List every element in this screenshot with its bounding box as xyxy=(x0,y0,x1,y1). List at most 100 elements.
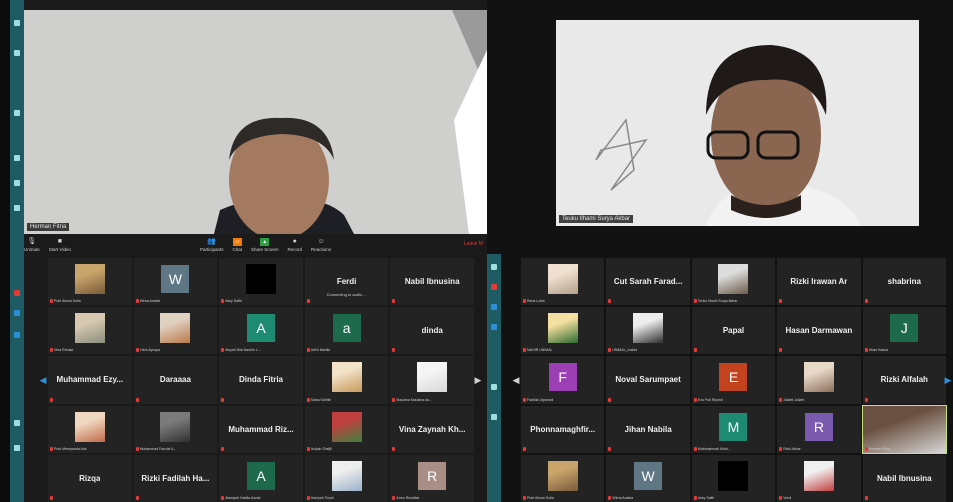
speaker-name-label: Herman Fitria xyxy=(27,223,70,231)
participant-tile[interactable]: Putri Mempanda Aris xyxy=(48,405,132,453)
participant-tile[interactable]: A Alawiyah Nabila Azzah xyxy=(219,454,303,502)
participant-tile[interactable]: Asky Saffri xyxy=(691,454,776,502)
participant-tile[interactable]: a Arfini Martila xyxy=(304,307,389,355)
participant-tile[interactable]: Muhammad Ezy... xyxy=(48,356,132,404)
participant-tile[interactable]: Jihan Nabila xyxy=(606,405,690,453)
speaker-name-label: Teuku Ilhami Surya Akbar xyxy=(559,215,634,223)
avatar: M xyxy=(719,412,748,441)
participant-tile[interactable]: Teuku Ilhami Surya Akbar xyxy=(691,258,776,306)
participant-tile[interactable]: R Rizki Akbar xyxy=(777,405,861,453)
mic-muted-icon xyxy=(779,496,783,500)
right-sidebar-strip xyxy=(487,254,501,502)
participant-tile[interactable]: A Aisyah Nila Nasrim L... xyxy=(219,307,303,355)
participant-tile[interactable]: Asky Saffri xyxy=(219,258,303,306)
connection-status: Connecting to audio ... xyxy=(326,292,367,298)
participant-tile[interactable]: Rena Lubis xyxy=(521,258,605,306)
leave-meeting-button[interactable]: Leave M xyxy=(464,241,483,247)
participant-caption: UNIMAL_mahid xyxy=(612,348,638,353)
participant-tile[interactable]: Rizki Irawan Ar xyxy=(777,258,861,306)
participant-tile[interactable]: Aulyah Zhafjil xyxy=(304,405,389,453)
participant-tile[interactable]: Vina Zaynah Kh... xyxy=(390,405,474,453)
participant-tile[interactable]: Vera Renata xyxy=(48,307,132,355)
participant-tile[interactable]: Papal xyxy=(691,307,776,355)
participant-tile[interactable]: Maulana Maulana As... xyxy=(390,356,474,404)
gallery-prev-arrow[interactable]: ◀ xyxy=(38,371,48,389)
participant-tile[interactable]: E Eva Puti Riyanti xyxy=(691,356,776,404)
participant-tile[interactable]: Hasan Darmawan xyxy=(777,307,861,355)
gallery-prev-arrow[interactable]: ◀ xyxy=(511,371,521,389)
participant-caption: Haniyah Tinyiri xyxy=(310,496,334,500)
mic-muted-icon xyxy=(608,446,612,451)
mic-muted-icon xyxy=(392,446,396,451)
participant-tile[interactable]: Muhammad Riz... xyxy=(219,405,303,453)
participant-tile[interactable]: Noval Sarumpaet xyxy=(606,356,690,404)
record-button[interactable]: ● Record xyxy=(288,234,303,256)
reactions-button[interactable]: ☺ Reactions xyxy=(311,234,331,256)
participant-caption: Eva Puti Riyanti xyxy=(697,397,723,402)
participant-caption: Putri Aisma Sofia xyxy=(527,496,554,500)
participant-tile[interactable]: shabrina xyxy=(862,258,946,306)
participant-tile[interactable]: Muhammad Fauzial A... xyxy=(133,405,218,453)
participant-name: Muhammad Riz... xyxy=(228,424,294,434)
chat-icon: ▭ xyxy=(232,238,242,246)
mic-muted-icon xyxy=(608,299,612,304)
profile-photo xyxy=(803,460,834,491)
participant-tile[interactable]: dinda xyxy=(390,307,474,355)
share-screen-button[interactable]: ▲ Share Screen xyxy=(251,234,279,256)
mic-muted-icon xyxy=(306,496,310,500)
toolbar-button-label: Share Screen xyxy=(250,247,279,252)
participant-caption: Maulana Maulana As... xyxy=(396,397,432,402)
participant-name: Noval Sarumpaet xyxy=(615,375,681,385)
participant-tile[interactable]: Nabil Ibnusina xyxy=(862,454,946,502)
chat-button[interactable]: ▭ Chat xyxy=(232,234,242,256)
participant-tile[interactable]: Vordi xyxy=(777,454,861,502)
participant-gallery-right: Rena Lubis Cut Sarah Farad... Teuku Ilhami… xyxy=(521,258,948,502)
participants-button[interactable]: 👥 Participants xyxy=(200,234,224,256)
participant-tile[interactable]: Haniyah Tinyiri xyxy=(304,454,389,502)
participant-tile[interactable]: Putri Aisma Sofia xyxy=(48,258,132,306)
mic-muted-icon xyxy=(864,348,868,353)
participant-name: Papal xyxy=(722,326,745,336)
participant-tile[interactable]: MAHIR UNIMAL xyxy=(521,307,605,355)
mic-muted-icon xyxy=(306,299,310,304)
participant-tile[interactable]: F Fadhila Utyaranti xyxy=(521,356,605,404)
mic-muted-icon xyxy=(135,496,139,500)
participant-tile[interactable]: M Muthmainnah Muth... xyxy=(691,405,776,453)
start-video-button[interactable]: ■ Start Video xyxy=(49,234,71,256)
participant-tile[interactable]: W Wirna Anabia xyxy=(133,258,218,306)
mic-muted-icon xyxy=(693,299,697,304)
participant-name: Rizki Alfalah xyxy=(880,375,928,385)
participant-tile[interactable]: Ferdi Connecting to audio ... xyxy=(304,258,389,306)
participant-tile[interactable]: Herman Fitria xyxy=(861,404,948,454)
active-speaker-video: Teuku Ilhami Surya Akbar xyxy=(556,20,919,226)
unmute-button[interactable]: 🎙 Unmute xyxy=(24,234,40,256)
mic-muted-icon xyxy=(50,496,53,500)
participant-tile[interactable]: Rizki Fadilah Ha... xyxy=(133,454,218,502)
participant-tile[interactable]: Juliarti Juliarti xyxy=(777,356,861,404)
participant-tile[interactable]: Cut Sarah Farad... xyxy=(606,258,690,306)
participant-tile[interactable]: W Wirna Anabia xyxy=(606,454,690,502)
participant-tile[interactable]: Phonnamaghfir... xyxy=(521,405,605,453)
gallery-next-arrow[interactable]: ▶ xyxy=(473,371,483,389)
participant-name: Hasan Darmawan xyxy=(785,326,853,336)
participant-tile[interactable]: Dinda Fitria xyxy=(219,356,303,404)
participant-tile[interactable]: Salsa Sahfitri xyxy=(304,356,389,404)
profile-photo xyxy=(74,411,105,442)
record-icon: ● xyxy=(292,238,297,245)
toolbar-button-label: Record xyxy=(287,247,303,252)
participant-tile[interactable]: UNIMAL_mahid xyxy=(606,307,690,355)
gallery-next-arrow[interactable]: ▶ xyxy=(943,371,953,389)
participant-caption: Aisyah Nila Nasrim L... xyxy=(225,348,261,353)
participant-tile[interactable]: R Amru Ricahtiar xyxy=(390,454,474,502)
participant-name: Daraaaa xyxy=(159,375,191,385)
participant-tile[interactable]: Nabil Ibnusina xyxy=(390,258,474,306)
participant-tile[interactable]: J Jihan Hasna xyxy=(862,307,946,355)
participant-tile[interactable]: Yoba Aynaya xyxy=(133,307,218,355)
toolbar-button-label: Chat xyxy=(232,247,242,252)
participant-name: Rizki Irawan Ar xyxy=(790,277,848,287)
participant-tile[interactable]: Daraaaa xyxy=(133,356,218,404)
participant-tile[interactable]: Rizqa xyxy=(48,454,132,502)
participant-tile[interactable]: Rizki Alfalah xyxy=(862,356,946,404)
mic-muted-icon xyxy=(221,348,225,353)
participant-tile[interactable]: Putri Aisma Sofia xyxy=(521,454,605,502)
